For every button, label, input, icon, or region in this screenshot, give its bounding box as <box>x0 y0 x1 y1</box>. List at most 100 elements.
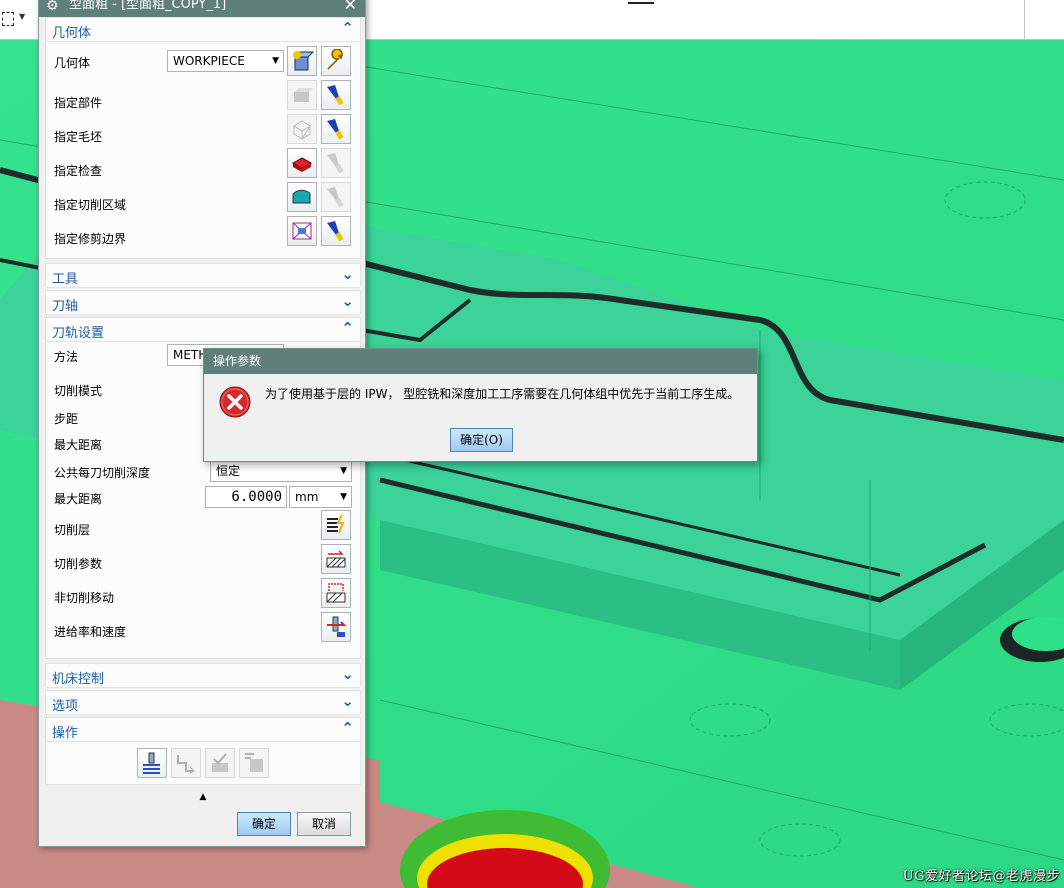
section-header-tool[interactable]: 工具 ⌄ <box>46 264 360 288</box>
specify-check-label: 指定检查 <box>54 164 103 178</box>
select-blank-button[interactable] <box>287 114 317 144</box>
verify-icon <box>212 753 228 772</box>
gear-icon: ⚙ <box>46 0 59 14</box>
section-title: 选项 <box>52 699 79 714</box>
geometry-select[interactable]: WORKPIECE ▼ <box>167 50 284 72</box>
chevron-up-icon: ⌃ <box>341 19 354 37</box>
check-geometry-icon <box>291 157 313 172</box>
chevron-down-icon: ⌄ <box>341 665 354 683</box>
generate-toolpath-button[interactable] <box>137 748 167 778</box>
list-icon <box>245 753 263 772</box>
section-tool-axis: 刀轴 ⌄ <box>45 290 361 315</box>
select-cut-area-button[interactable] <box>287 182 317 212</box>
feeds-speeds-button[interactable] <box>321 612 351 642</box>
specify-cut-area-label: 指定切削区域 <box>54 198 127 212</box>
toolbar-separator <box>1024 0 1025 40</box>
display-check-button[interactable] <box>321 148 351 178</box>
edit-geometry-button[interactable] <box>321 46 351 76</box>
common-depth-select-value: 恒定 <box>216 464 241 478</box>
verify-toolpath-button[interactable] <box>205 748 235 778</box>
replay-icon <box>177 755 195 774</box>
specify-trim-boundary-label: 指定修剪边界 <box>54 232 127 246</box>
select-trim-boundary-button[interactable] <box>287 216 317 246</box>
section-title: 刀轨设置 <box>52 326 105 341</box>
flashlight-icon <box>327 221 344 242</box>
message-box-title[interactable]: 操作参数 <box>204 349 757 374</box>
non-cut-moves-label: 非切削移动 <box>54 591 115 605</box>
method-label: 方法 <box>54 350 79 364</box>
section-machine-control: 机床控制 ⌄ <box>45 663 361 688</box>
non-cut-moves-button[interactable] <box>321 578 351 608</box>
cut-levels-label: 切削层 <box>54 523 91 537</box>
blank-icon <box>293 120 311 140</box>
chevron-down-icon: ⌄ <box>341 692 354 710</box>
display-blank-button[interactable] <box>321 114 351 144</box>
common-depth-select[interactable]: 恒定 ▼ <box>210 460 352 482</box>
chevron-down-icon: ⌄ <box>341 265 354 283</box>
max-distance-label: 最大距离 <box>54 492 103 506</box>
section-header-path-settings[interactable]: 刀轨设置 ⌃ <box>46 318 360 342</box>
display-trim-boundary-button[interactable] <box>321 216 351 246</box>
max-distance-label: 最大距离 <box>54 438 103 452</box>
section-title: 几何体 <box>52 26 92 41</box>
cut-params-label: 切削参数 <box>54 557 103 571</box>
chevron-down-icon[interactable]: ▼ <box>19 12 25 21</box>
chevron-up-icon: ⌃ <box>341 719 354 737</box>
dialog-title-bar[interactable]: ⚙ 型面粗 - [型面粗_COPY_1] ✕ <box>39 0 365 17</box>
specify-part-label: 指定部件 <box>54 96 103 110</box>
section-header-geometry[interactable]: 几何体 ⌃ <box>46 18 360 42</box>
section-header-machine-control[interactable]: 机床控制 ⌄ <box>46 664 360 688</box>
wrench-icon <box>327 49 343 70</box>
selection-box-icon[interactable] <box>2 12 14 26</box>
non-cut-moves-icon <box>326 583 346 603</box>
chevron-down-icon: ▼ <box>272 56 279 66</box>
triangle-up-icon: ▲ <box>199 792 207 802</box>
cut-levels-button[interactable] <box>321 510 351 540</box>
stepover-label: 步距 <box>54 412 79 426</box>
list-toolpath-button[interactable] <box>239 748 269 778</box>
generate-icon <box>143 752 160 774</box>
section-tool: 工具 ⌄ <box>45 263 361 288</box>
flashlight-icon <box>327 85 344 106</box>
flashlight-icon <box>327 119 344 140</box>
operation-params-message-box: 操作参数 为了使用基于层的 IPW， 型腔铣和深度加工工序需要在几何体组中优先于… <box>203 348 758 462</box>
collapse-dialog-toggle[interactable]: ▲ <box>45 791 361 803</box>
message-text: 为了使用基于层的 IPW， 型腔铣和深度加工工序需要在几何体组中优先于当前工序生… <box>265 387 740 401</box>
cut-pattern-label: 切削模式 <box>54 384 103 398</box>
section-options: 选项 ⌄ <box>45 690 361 715</box>
part-icon <box>294 88 313 102</box>
new-geometry-icon <box>293 51 314 71</box>
section-geometry: 几何体 ⌃ 几何体 WORKPIECE ▼ 指定部件 指定毛坯 指定检查 指定切… <box>45 17 361 259</box>
section-title: 刀轴 <box>52 299 79 314</box>
section-header-tool-axis[interactable]: 刀轴 ⌄ <box>46 291 360 315</box>
select-part-button[interactable] <box>287 80 317 110</box>
max-distance-input[interactable]: 6.0000 <box>205 486 287 508</box>
toolbar-divider <box>628 0 654 4</box>
cut-params-icon <box>326 550 346 568</box>
select-check-button[interactable] <box>287 148 317 178</box>
section-header-actions[interactable]: 操作 ⌃ <box>46 718 360 742</box>
flashlight-icon <box>327 153 344 174</box>
cancel-button[interactable]: 取消 <box>297 812 351 836</box>
display-part-button[interactable] <box>321 80 351 110</box>
feeds-speeds-icon <box>327 616 347 637</box>
common-depth-label: 公共每刀切削深度 <box>54 466 151 480</box>
close-icon[interactable]: ✕ <box>344 0 357 15</box>
error-icon <box>219 386 251 418</box>
section-header-options[interactable]: 选项 ⌄ <box>46 691 360 715</box>
cut-params-button[interactable] <box>321 544 351 574</box>
specify-blank-label: 指定毛坯 <box>54 130 103 144</box>
ok-button[interactable]: 确定 <box>237 812 291 836</box>
chevron-down-icon: ⌄ <box>341 292 354 310</box>
section-title: 操作 <box>52 726 79 741</box>
unit-select-value: mm <box>295 490 319 504</box>
replay-toolpath-button[interactable] <box>171 748 201 778</box>
cut-area-icon <box>292 189 311 204</box>
unit-select[interactable]: mm ▼ <box>289 486 352 508</box>
new-geometry-button[interactable] <box>287 46 317 76</box>
section-title: 工具 <box>52 272 79 287</box>
display-cut-area-button[interactable] <box>321 182 351 212</box>
dialog-title: 型面粗 - [型面粗_COPY_1] <box>69 0 227 12</box>
message-ok-button[interactable]: 确定(O) <box>450 428 513 452</box>
cut-levels-icon <box>327 514 345 534</box>
